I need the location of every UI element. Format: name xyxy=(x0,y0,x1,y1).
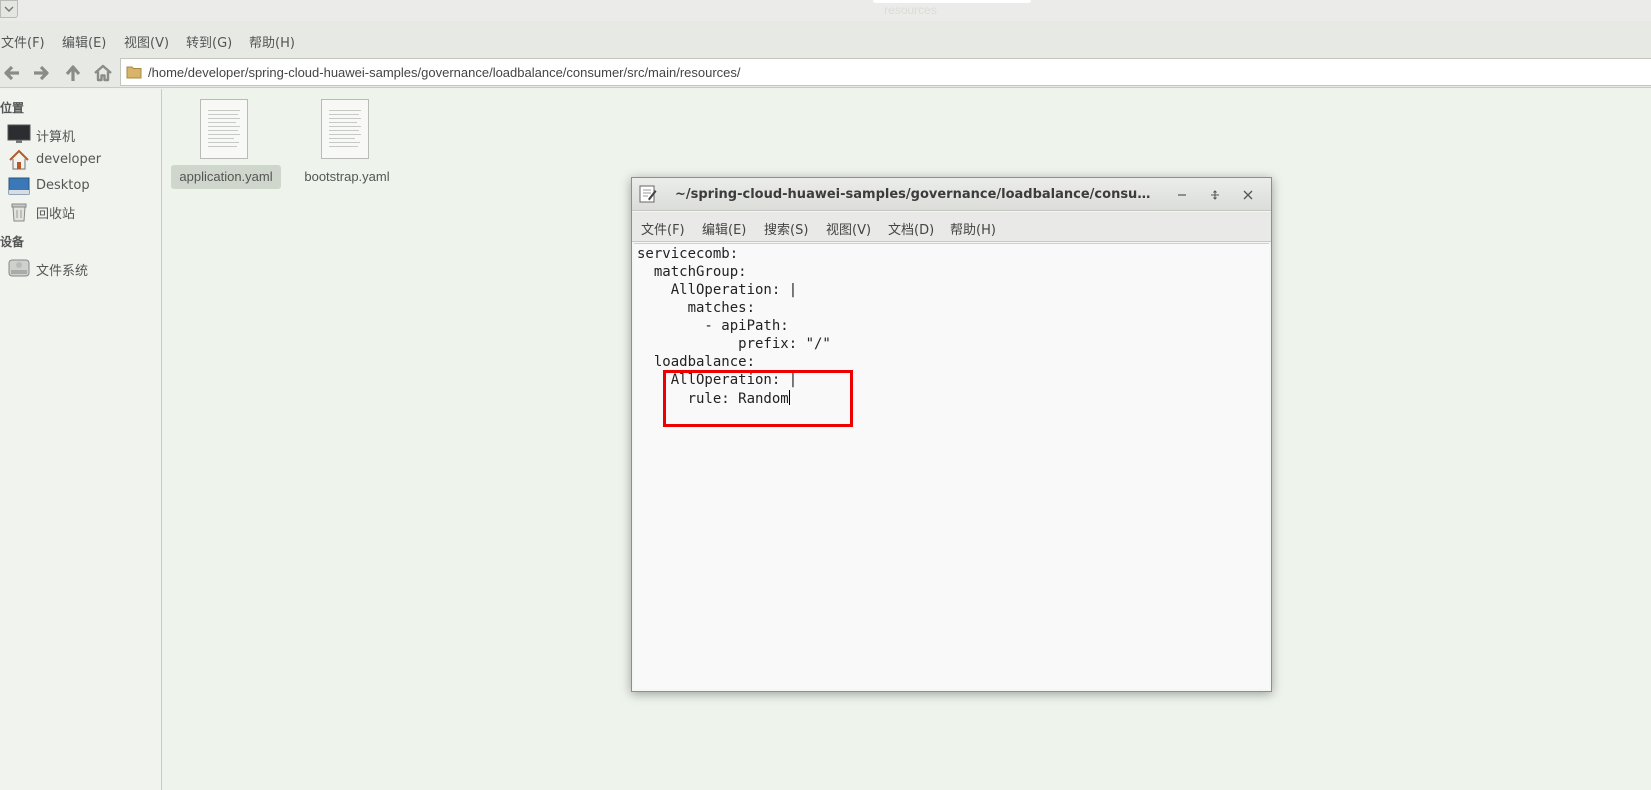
arrow-left-icon xyxy=(4,65,19,81)
location-path: /home/developer/spring-cloud-huawei-samp… xyxy=(148,65,741,80)
drive-icon xyxy=(8,259,30,277)
minimize-button[interactable] xyxy=(1173,186,1191,204)
file-item-application-yaml[interactable]: application.yaml xyxy=(171,89,281,189)
menu-edit[interactable]: 编辑(E) xyxy=(62,32,106,51)
text-editor-window: ~/spring-cloud-huawei-samples/governance… xyxy=(631,177,1272,692)
menubar: 文件(F) 编辑(E) 视图(V) 转到(G) 帮助(H) xyxy=(0,21,1651,58)
menu-go[interactable]: 转到(G) xyxy=(186,32,232,51)
sidebar-item-label: developer xyxy=(36,152,102,167)
editor-title: ~/spring-cloud-huawei-samples/governance… xyxy=(675,187,1155,202)
code-line: matchGroup: xyxy=(637,264,747,280)
sidebar-item-label: 计算机 xyxy=(36,130,76,145)
minimize-icon xyxy=(1178,194,1186,196)
editor-menu-search[interactable]: 搜索(S) xyxy=(764,219,808,238)
back-button[interactable] xyxy=(0,62,22,84)
sidebar-item-label: 回收站 xyxy=(36,207,76,222)
menu-view[interactable]: 视图(V) xyxy=(124,32,169,51)
desktop-icon xyxy=(8,177,30,195)
monitor-icon xyxy=(7,124,31,143)
menu-file[interactable]: 文件(F) xyxy=(1,32,45,51)
folder-icon xyxy=(126,66,142,79)
file-name: application.yaml xyxy=(171,165,281,189)
sidebar: 位置 计算机 developer Desktop 回收站 设备 文件系统 xyxy=(0,89,162,790)
menu-help[interactable]: 帮助(H) xyxy=(249,32,295,51)
code-line: loadbalance: xyxy=(637,354,756,370)
code-line: prefix: "/" xyxy=(637,336,831,352)
arrow-right-icon xyxy=(34,65,49,81)
sidebar-item-trash[interactable]: 回收站 xyxy=(7,199,157,223)
text-file-icon xyxy=(200,99,248,159)
editor-menu-view[interactable]: 视图(V) xyxy=(826,219,871,238)
text-editor-icon xyxy=(639,185,657,203)
highlight-annotation-box xyxy=(663,370,853,427)
forward-button[interactable] xyxy=(31,62,53,84)
sidebar-item-developer[interactable]: developer xyxy=(7,148,157,172)
code-line: - apiPath: xyxy=(637,318,789,334)
editor-menu-file[interactable]: 文件(F) xyxy=(641,219,685,238)
editor-menu-document[interactable]: 文档(D) xyxy=(888,219,934,238)
location-bar[interactable]: /home/developer/spring-cloud-huawei-samp… xyxy=(120,58,1651,86)
home-button[interactable] xyxy=(92,62,114,84)
code-line: matches: xyxy=(637,300,756,316)
text-file-icon xyxy=(321,99,369,159)
editor-menubar: 文件(F) 编辑(E) 搜索(S) 视图(V) 文档(D) 帮助(H) xyxy=(632,212,1271,242)
sidebar-item-label: Desktop xyxy=(36,178,90,193)
editor-text-area[interactable]: servicecomb: matchGroup: AllOperation: |… xyxy=(634,243,1269,689)
code-line: AllOperation: | xyxy=(637,282,798,298)
sidebar-item-filesystem[interactable]: 文件系统 xyxy=(7,256,157,280)
close-button[interactable] xyxy=(1239,186,1257,204)
home-icon xyxy=(94,64,112,82)
sidebar-devices-heading: 设备 xyxy=(0,235,25,249)
maximize-button[interactable] xyxy=(1206,186,1224,204)
file-name: bootstrap.yaml xyxy=(304,169,390,184)
code-line: servicecomb: xyxy=(637,246,739,262)
maximize-icon xyxy=(1211,190,1219,200)
editor-menu-edit[interactable]: 编辑(E) xyxy=(702,219,746,238)
trash-icon xyxy=(11,203,27,222)
up-button[interactable] xyxy=(62,62,84,84)
sidebar-places-heading: 位置 xyxy=(0,101,25,115)
sidebar-item-label: 文件系统 xyxy=(36,264,89,279)
file-manager-titlebar: resources xyxy=(0,0,1651,21)
close-icon xyxy=(1243,190,1253,200)
home-folder-icon xyxy=(9,149,29,170)
file-item-bootstrap-yaml[interactable]: bootstrap.yaml xyxy=(292,89,402,189)
sidebar-item-desktop[interactable]: Desktop xyxy=(7,174,157,198)
sidebar-item-computer[interactable]: 计算机 xyxy=(7,122,157,146)
arrow-up-icon xyxy=(65,65,81,81)
window-title: resources xyxy=(884,3,937,17)
editor-menu-help[interactable]: 帮助(H) xyxy=(950,219,996,238)
editor-titlebar[interactable]: ~/spring-cloud-huawei-samples/governance… xyxy=(632,178,1271,211)
